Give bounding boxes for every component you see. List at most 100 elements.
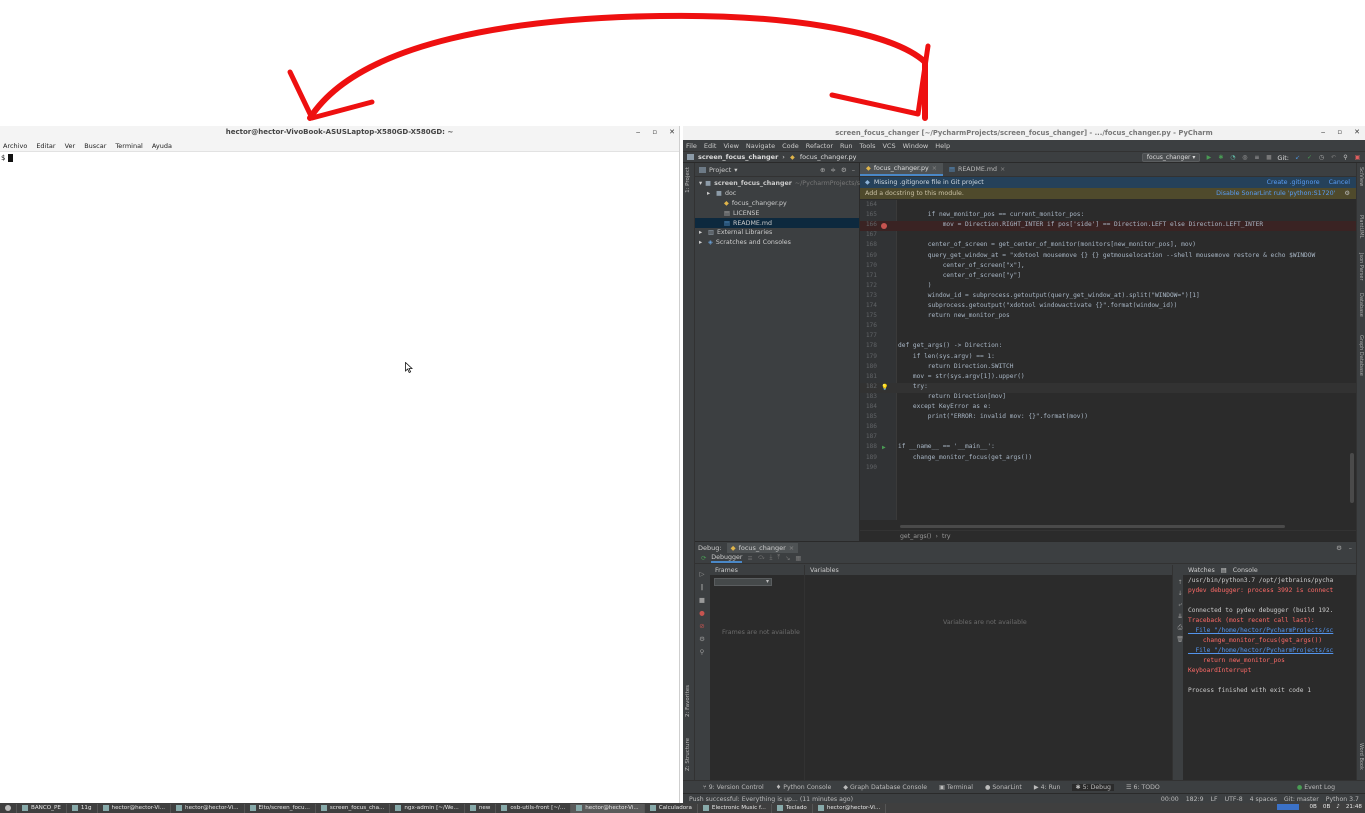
taskbar-task[interactable]: ngx-admin [~/We... (390, 803, 465, 813)
tree-expand-icon[interactable]: ▸ (699, 239, 705, 246)
taskbar-task[interactable]: hector@hector-Vi... (813, 803, 887, 813)
status-item[interactable]: 00:00 (1161, 796, 1179, 803)
resume-icon[interactable]: ▷ (700, 570, 705, 578)
thread-select[interactable] (714, 578, 772, 586)
profile-icon[interactable]: ◎ (1241, 154, 1248, 161)
debug-icon[interactable]: ✱ (1217, 154, 1224, 161)
code-line[interactable]: 186 (860, 423, 1356, 433)
status-item[interactable]: Git: master (1284, 796, 1319, 803)
menu-archivo[interactable]: Archivo (3, 142, 27, 150)
tool-tab-word-book[interactable]: Word Book (1358, 743, 1364, 770)
project-panel-title[interactable]: Project (709, 166, 731, 174)
tool-tab-structure[interactable]: Z: Structure (685, 738, 691, 771)
pycharm-titlebar[interactable]: screen_focus_changer [~/PycharmProjects/… (683, 126, 1365, 140)
code-line[interactable]: 176 (860, 322, 1356, 332)
code-line[interactable]: 166 mov = Direction.RIGHT_INTER if pos['… (860, 221, 1356, 232)
breadcrumb-function[interactable]: get_args() (900, 533, 931, 540)
event-log-button[interactable]: ● Event Log (1297, 784, 1335, 791)
status-item[interactable]: 182:9 (1186, 796, 1204, 803)
editor-vertical-scrollbar[interactable] (1350, 453, 1354, 503)
code-line[interactable]: 184 except KeyError as e: (860, 403, 1356, 413)
view-breakpoints-icon[interactable]: ● (699, 609, 705, 617)
print-icon[interactable]: ⎙ (1178, 624, 1183, 632)
locate-icon[interactable]: ⊕ (820, 166, 825, 174)
tool-button[interactable]: ● SonarLint (985, 784, 1022, 791)
cancel-link[interactable]: Cancel (1329, 179, 1350, 186)
rollback-icon[interactable]: ↶ (1330, 154, 1337, 161)
create-gitignore-link[interactable]: Create .gitignore (1267, 179, 1320, 186)
plugin-icon[interactable]: ▣ (1354, 154, 1361, 161)
taskbar-task[interactable]: hector@hector-Vi... (171, 803, 245, 813)
settings-icon[interactable]: ⚙ (699, 635, 705, 643)
status-message[interactable]: Push successful: Everything is up... (11… (689, 796, 853, 803)
code-line[interactable]: 169 query_get_window_at = "xdotool mouse… (860, 252, 1356, 262)
search-icon[interactable]: ⚲ (1342, 154, 1349, 161)
taskbar-task[interactable]: 11g (67, 803, 98, 813)
project-tree[interactable]: ▾■screen_focus_changer~/PycharmProjects/… (695, 177, 927, 248)
code-line[interactable]: 179 if len(sys.argv) == 1: (860, 353, 1356, 363)
code-line[interactable]: 167 (860, 231, 1356, 241)
code-line[interactable]: 185 print("ERROR: invalid mov: {}".forma… (860, 413, 1356, 423)
tool-tab-plantuml[interactable]: PlantUML (1358, 215, 1364, 238)
breadcrumb-try[interactable]: try (942, 533, 951, 540)
tool-tab-graph-database[interactable]: Graph Database (1358, 335, 1364, 376)
tool-tab-database[interactable]: Database (1358, 293, 1364, 317)
taskbar-task[interactable]: new (465, 803, 497, 813)
status-item[interactable]: 4 spaces (1250, 796, 1277, 803)
tool-button[interactable]: ♦ Python Console (776, 784, 832, 791)
menu-file[interactable]: File (686, 142, 697, 150)
volume-icon[interactable]: ♪ (1336, 804, 1340, 810)
tool-button[interactable]: ☰ 6: TODO (1126, 784, 1160, 791)
run-config-select[interactable]: focus_changer ▾ (1141, 153, 1201, 162)
nav-file-crumb[interactable]: focus_changer.py (800, 153, 857, 161)
maximize-icon[interactable]: ▫ (652, 128, 657, 136)
code-line[interactable]: 189 change_monitor_focus(get_args()) (860, 454, 1356, 464)
code-line[interactable]: 181 mov = str(sys.argv[1]).upper() (860, 373, 1356, 383)
code-line[interactable]: 164 (860, 201, 1356, 211)
chevron-down-icon[interactable]: ▾ (734, 166, 737, 174)
editor-horizontal-scrollbar[interactable] (900, 525, 1285, 528)
menu-editar[interactable]: Editar (36, 142, 55, 150)
taskbar-task[interactable]: Electronic Music f... (698, 803, 772, 813)
close-tab-icon[interactable]: × (789, 544, 794, 552)
soft-wrap-icon[interactable]: ⤶ (1178, 601, 1181, 609)
stop-icon[interactable]: ■ (1265, 154, 1272, 161)
tree-item[interactable]: ▤ README.md (695, 218, 859, 228)
gear-icon[interactable]: ⚙ (1344, 190, 1350, 197)
tab-readme-md[interactable]: ▤ README.md × (943, 163, 1011, 176)
tree-item[interactable]: ▸ ■ doc (695, 189, 859, 199)
taskbar-task[interactable]: osb-utils-front [~/... (496, 803, 572, 813)
code-line[interactable]: 177 (860, 332, 1356, 342)
code-line[interactable]: 171 center_of_screen["y"] (860, 272, 1356, 282)
tree-expand-icon[interactable]: ▸ (707, 190, 713, 197)
tool-button[interactable]: ⑂ 9: Version Control (703, 784, 764, 791)
collapse-icon[interactable]: ≑ (830, 166, 835, 174)
tool-button[interactable]: ◆ Graph Database Console (843, 784, 927, 791)
git-commit-icon[interactable]: ✓ (1306, 154, 1313, 161)
taskbar-task[interactable]: hector@hector-Vi... (571, 803, 645, 813)
terminal-window[interactable]: hector@hector-VivoBook-ASUSLaptop-X580GD… (0, 126, 680, 803)
code-line[interactable]: 190 (860, 464, 1356, 474)
minimize-icon[interactable]: ‒ (636, 128, 640, 136)
tab-console[interactable]: Console (1233, 567, 1258, 574)
maximize-icon[interactable]: ▫ (1337, 128, 1342, 136)
evaluate-icon[interactable]: ▦ (795, 555, 801, 562)
clock[interactable]: 21:48 (1346, 804, 1362, 810)
close-icon[interactable]: ✕ (669, 128, 675, 136)
rerun-icon[interactable]: ⟳ (701, 555, 706, 562)
close-tab-icon[interactable]: × (932, 165, 937, 172)
start-menu-button[interactable] (0, 803, 17, 813)
taskbar-task[interactable]: BANCO_PE (17, 803, 67, 813)
console-output[interactable]: /usr/bin/python3.7 /opt/jetbrains/pycha p… (1183, 575, 1356, 699)
lightbulb-icon[interactable]: 💡 (881, 384, 888, 391)
code-line[interactable]: 180 return Direction.SWITCH (860, 363, 1356, 373)
taskbar-task[interactable]: hector@hector-Vi... (98, 803, 172, 813)
disable-sonar-rule-link[interactable]: Disable SonarLint rule 'python:S1720' (1216, 190, 1335, 197)
pycharm-window[interactable]: screen_focus_changer [~/PycharmProjects/… (683, 126, 1365, 804)
tree-expand-icon[interactable]: ▸ (699, 229, 705, 236)
tool-button[interactable]: ▣ Terminal (939, 784, 973, 791)
terminal-prompt-line[interactable]: $ (1, 154, 14, 162)
terminal-titlebar[interactable]: hector@hector-VivoBook-ASUSLaptop-X580GD… (0, 126, 679, 140)
tool-tab-favorites[interactable]: 2: Favorites (685, 685, 691, 717)
code-line[interactable]: 168 center_of_screen = get_center_of_mon… (860, 241, 1356, 251)
